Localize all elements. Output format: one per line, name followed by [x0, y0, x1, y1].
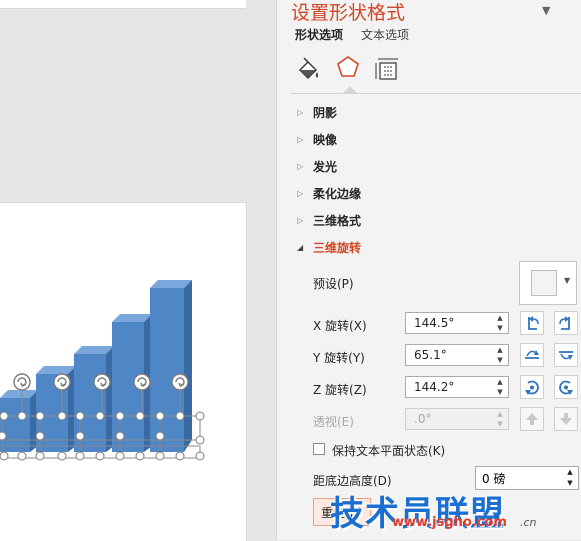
y-rotation-spinner[interactable]: ▲▼ — [405, 344, 509, 366]
expand-triangle-icon: ▷ — [297, 215, 304, 225]
expand-triangle-icon: ▷ — [297, 107, 304, 117]
arrow-up-icon — [526, 413, 538, 425]
rotate-z-counterclockwise-button[interactable] — [554, 375, 578, 399]
keep-text-flat-checkbox[interactable] — [313, 443, 325, 455]
perspective-spinner: ▲▼ — [405, 408, 509, 430]
spinner-arrows[interactable]: ▲ ▼ — [492, 345, 508, 365]
section-glow[interactable]: ▷ 发光 — [297, 156, 337, 176]
spin-up-icon: ▲ — [497, 410, 503, 418]
format-shape-pane: 设置形状格式 ▼ 形状选项 文本选项 ▷ 阴影 ▷ 映像 ▷ 发光 ▷ 柔化边缘 ▷ 三维… — [276, 0, 581, 540]
section-shadow[interactable]: ▷ 阴影 — [297, 102, 337, 122]
bar-front — [150, 288, 184, 452]
rotate-handle-icon — [93, 373, 111, 391]
rotate-handle-icon — [171, 373, 189, 391]
spinner-arrows[interactable]: ▲ ▼ — [492, 377, 508, 397]
presets-dropdown[interactable]: ▼ — [519, 261, 577, 305]
section-3d-rotation[interactable]: ◢ 三维旋转 — [297, 237, 361, 257]
spin-down-icon[interactable]: ▼ — [562, 478, 578, 489]
selected-category-marker — [343, 86, 357, 93]
section-label: 发光 — [313, 159, 338, 174]
rotate-left-icon — [528, 316, 539, 330]
section-label: 柔化边缘 — [313, 186, 362, 201]
collapse-triangle-icon: ◢ — [297, 242, 304, 252]
perspective-label: 透视(E) — [313, 415, 354, 429]
bar-front — [0, 398, 30, 452]
x-rotation-input[interactable] — [406, 313, 498, 333]
rotate-clockwise-icon — [525, 380, 539, 395]
spin-up-icon[interactable]: ▲ — [492, 313, 508, 323]
x-rotation-label: X 旋转(X) — [313, 319, 367, 333]
expand-triangle-icon: ▷ — [297, 161, 304, 171]
category-icon-bar — [277, 52, 581, 94]
bar-side — [184, 280, 192, 452]
watermark-suffix: .cn — [520, 516, 537, 529]
z-rotation-label: Z 旋转(Z) — [313, 383, 367, 397]
effects-pentagon-icon[interactable] — [335, 54, 361, 82]
rotate-handle-icon — [13, 373, 31, 391]
section-label: 映像 — [313, 132, 338, 147]
distance-from-ground-input[interactable] — [476, 468, 566, 488]
pane-divider — [291, 93, 581, 94]
spin-up-icon[interactable]: ▲ — [492, 377, 508, 387]
rotate-y-down-button[interactable] — [554, 343, 578, 367]
rotate-right-icon — [559, 316, 570, 330]
size-properties-icon[interactable] — [375, 56, 401, 82]
rotate-x-right-button[interactable] — [554, 311, 578, 335]
presets-label: 预设(P) — [313, 277, 354, 291]
spinner-arrows[interactable]: ▲ ▼ — [492, 313, 508, 333]
keep-text-flat-label: 保持文本平面状态(K) — [332, 444, 446, 458]
z-rotation-input[interactable] — [406, 377, 498, 397]
spinner-arrows[interactable]: ▲ ▼ — [562, 467, 578, 489]
spin-down-icon: ▼ — [497, 420, 503, 428]
section-label: 三维格式 — [313, 213, 362, 228]
spin-up-icon[interactable]: ▲ — [492, 345, 508, 355]
section-soft-edges[interactable]: ▷ 柔化边缘 — [297, 183, 361, 203]
tab-shape-options[interactable]: 形状选项 — [295, 26, 343, 43]
arrow-down-icon — [560, 413, 572, 425]
rotate-handle-icon — [53, 373, 71, 391]
z-rotation-spinner[interactable]: ▲▼ — [405, 376, 509, 398]
pane-title: 设置形状格式 — [291, 2, 406, 24]
fill-line-icon[interactable] — [295, 56, 321, 82]
section-3d-format[interactable]: ▷ 三维格式 — [297, 210, 361, 230]
pane-options-caret-icon[interactable]: ▼ — [542, 4, 550, 17]
spin-down-icon[interactable]: ▼ — [492, 323, 508, 333]
rotate-counterclockwise-icon — [559, 380, 573, 395]
tab-text-options[interactable]: 文本选项 — [361, 26, 409, 43]
watermark-url: www.jsgho.com — [392, 515, 507, 530]
dropdown-arrow-icon: ▼ — [564, 276, 571, 285]
section-label: 三维旋转 — [313, 240, 362, 255]
widen-perspective-button — [554, 407, 578, 431]
spin-down-icon[interactable]: ▼ — [492, 387, 508, 397]
preset-swatch — [531, 270, 557, 296]
expand-triangle-icon: ▷ — [297, 188, 304, 198]
rotate-z-clockwise-button[interactable] — [520, 375, 544, 399]
spinner-arrows: ▲ ▼ — [492, 409, 508, 429]
rotate-y-up-button[interactable] — [520, 343, 544, 367]
narrow-perspective-button — [520, 407, 544, 431]
y-rotation-input[interactable] — [406, 345, 498, 365]
y-rotation-label: Y 旋转(Y) — [313, 351, 365, 365]
rotate-x-left-button[interactable] — [520, 311, 544, 335]
spin-up-icon[interactable]: ▲ — [562, 467, 578, 478]
3d-bar-chart-shape[interactable] — [0, 270, 246, 470]
section-label: 阴影 — [313, 105, 338, 120]
rotate-up-icon — [525, 350, 539, 359]
chart-bars — [0, 280, 192, 452]
rotate-handle-icon — [133, 373, 151, 391]
section-reflection[interactable]: ▷ 映像 — [297, 129, 337, 149]
x-rotation-spinner[interactable]: ▲▼ — [405, 312, 509, 334]
expand-triangle-icon: ▷ — [297, 134, 304, 144]
perspective-input — [406, 409, 498, 429]
spin-down-icon[interactable]: ▼ — [492, 355, 508, 365]
rotate-down-icon — [559, 351, 573, 360]
slide-thumbnail-edge — [0, 0, 246, 9]
